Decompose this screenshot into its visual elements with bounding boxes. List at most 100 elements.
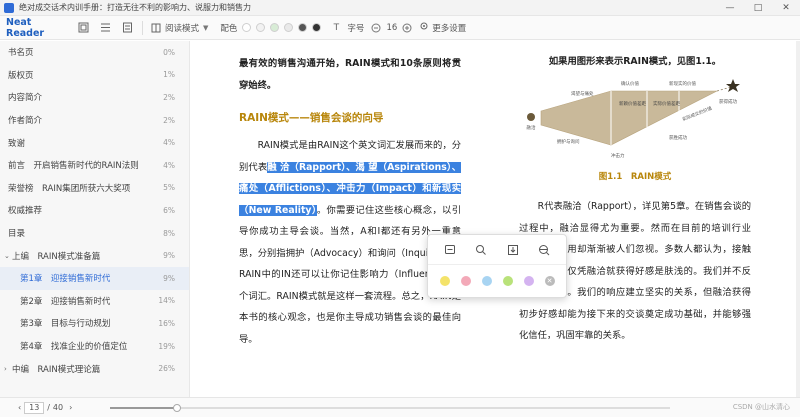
color-swatch[interactable] [242, 23, 252, 32]
progress-knob[interactable] [173, 404, 182, 412]
font-size-value: 16 [386, 22, 398, 33]
toc-item-label: 版权页 [8, 70, 34, 81]
figure-caption: 图1.1 RAIN模式 [598, 172, 672, 182]
fig-label-under1: 拥护与询问 [557, 138, 580, 145]
toc-item[interactable]: 书名页 0% [0, 41, 189, 64]
highlight-colors: ✕ [428, 265, 566, 297]
toc-item-label: 第4章 找准企业的价值定位 [20, 342, 128, 353]
chevron-down-icon: ▼ [203, 23, 209, 32]
more-settings-label: 更多设置 [432, 23, 467, 34]
popup-actions [428, 235, 566, 265]
toc-item-label: 中编 RAIN模式理论篇 [12, 364, 101, 375]
toc-item[interactable]: 第4章 找准企业的价值定位 19% [0, 335, 189, 358]
toc-item[interactable]: 致谢 4% [0, 131, 189, 154]
library-icon[interactable] [76, 21, 90, 35]
page-navigator: ‹ 13 / 40 › [18, 401, 72, 414]
read-mode-label: 阅读模式 [165, 23, 200, 34]
toc-item-percent: 9% [163, 251, 175, 261]
toc-item[interactable]: 第2章 迎接销售新时代 14% [0, 290, 189, 313]
fig-label-finish: 获得成功 [719, 98, 737, 105]
reader-pane: 最有效的销售沟通开始，RAIN模式和10条原则将贯穿始终。 RAIN模式——销售… [191, 41, 800, 397]
prev-page-icon[interactable]: ‹ [18, 403, 21, 412]
toc-item[interactable]: 作者简介 2% [0, 109, 189, 132]
read-mode-select[interactable]: 阅读模式 ▼ [151, 22, 208, 34]
more-settings-button[interactable]: 更多设置 [419, 21, 466, 34]
reading-progress-bar[interactable] [110, 404, 670, 412]
rain-model-figure: 融洽 渴望与痛处 确认价值 新现实的价值 新颖价值差距 实际价值差距 拥护与询问… [527, 79, 740, 159]
next-page-icon[interactable]: › [69, 403, 72, 412]
copy-icon[interactable] [505, 242, 521, 258]
translate-icon[interactable] [536, 242, 552, 258]
gear-icon [419, 21, 429, 34]
toc-icon[interactable] [98, 21, 112, 35]
toc-item-percent: 4% [163, 138, 175, 148]
font-size-icon: T [333, 22, 340, 33]
scrollbar[interactable] [796, 41, 800, 397]
toolbar-divider [142, 20, 143, 35]
color-swatch[interactable] [284, 23, 294, 32]
close-button[interactable]: ✕ [772, 0, 800, 16]
decrease-font-icon[interactable] [370, 21, 382, 35]
color-swatch[interactable] [256, 23, 266, 32]
start-dot [527, 113, 535, 121]
minimize-button[interactable]: — [716, 0, 744, 16]
toc-item[interactable]: 前言 开启销售新时代的RAIN法则 4% [0, 154, 189, 177]
toc-item-label: 第2章 迎接销售新时代 [20, 296, 111, 307]
search-web-icon[interactable] [473, 242, 489, 258]
highlight-color-dot[interactable] [481, 276, 492, 286]
maximize-button[interactable]: □ [744, 0, 772, 16]
fig-label-v1: 新颖价值差距 [619, 100, 646, 107]
toc-item[interactable]: 权威推荐 6% [0, 199, 189, 222]
toc-item-label: 内容简介 [8, 93, 43, 104]
section-heading: RAIN模式——销售会谈的向导 [239, 112, 384, 124]
toc-item-percent: 2% [163, 115, 175, 125]
app-icon [4, 2, 14, 13]
highlight-color-dot[interactable] [439, 276, 450, 286]
toc-item-percent: 4% [163, 160, 175, 170]
notes-icon[interactable] [120, 21, 134, 35]
color-swatch[interactable] [298, 23, 308, 32]
toc-item[interactable]: 荣誉榜 RAIN集团所获六大奖项 5% [0, 177, 189, 200]
toc-item-label: 书名页 [8, 48, 34, 59]
page-input[interactable]: 13 [24, 401, 45, 414]
right-page: 如果用图形来表示RAIN模式，见图1.1。 融洽 渴望与痛处 确认价值 新现实的… [519, 53, 751, 347]
note-icon[interactable] [442, 242, 458, 258]
highlight-color-dot[interactable] [502, 276, 513, 286]
toc-item-label: 作者简介 [8, 116, 43, 127]
chevron-right-icon[interactable]: › [4, 365, 12, 373]
brand-logo: Neat Reader [6, 16, 45, 39]
window-title: 绝对成交话术内训手册：打造无往不利的影响力、说服力和销售力 [19, 3, 251, 12]
toc-item[interactable]: 第3章 目标与行动规划 16% [0, 312, 189, 335]
fig-label-stage3: 新现实的价值 [669, 80, 696, 87]
toc-item[interactable]: ⌄ 上编 RAIN模式准备篇 9% [0, 244, 189, 267]
toc-item[interactable]: 目录 8% [0, 222, 189, 245]
fig-label-start: 融洽 [527, 124, 536, 131]
toc-item[interactable]: 第1章 迎接销售新时代 9% [0, 266, 189, 290]
fig-label-stage2: 确认价值 [621, 80, 639, 87]
color-swatch[interactable] [312, 23, 322, 32]
color-swatches [237, 23, 322, 32]
toc-item[interactable]: › 中编 RAIN模式理论篇 26% [0, 357, 189, 380]
toc-item-label: 第1章 迎接销售新时代 [20, 274, 111, 285]
font-size-label: 字号 [347, 23, 365, 34]
left-page: 最有效的销售沟通开始，RAIN模式和10条原则将贯穿始终。 RAIN模式——销售… [239, 53, 461, 350]
toc-item-percent: 16% [158, 318, 175, 328]
book-icon [151, 23, 161, 32]
color-swatch[interactable] [270, 23, 280, 32]
toc-item[interactable]: 内容简介 2% [0, 86, 189, 109]
progress-fill [110, 407, 178, 409]
page-separator: / [47, 403, 50, 412]
fig-label-stage1: 渴望与痛处 [571, 90, 594, 97]
clear-highlight-icon[interactable]: ✕ [544, 276, 555, 286]
title-bar: 绝对成交话术内训手册：打造无往不利的影响力、说服力和销售力 — □ ✕ [0, 0, 800, 16]
increase-font-icon[interactable] [401, 21, 413, 35]
chevron-down-icon[interactable]: ⌄ [4, 252, 12, 260]
toc-item-percent: 26% [158, 364, 175, 374]
page-total: 40 [52, 403, 64, 412]
fig-label-under2: 冲击力 [611, 152, 625, 159]
toc-item-label: 目录 [8, 229, 26, 240]
highlight-color-dot[interactable] [460, 276, 471, 286]
highlight-color-dot[interactable] [523, 276, 534, 286]
toc-item[interactable]: 版权页 1% [0, 64, 189, 87]
toolbar: Neat Reader 阅读模式 ▼ 配色 T 字号 16 更多设置 [0, 16, 800, 40]
